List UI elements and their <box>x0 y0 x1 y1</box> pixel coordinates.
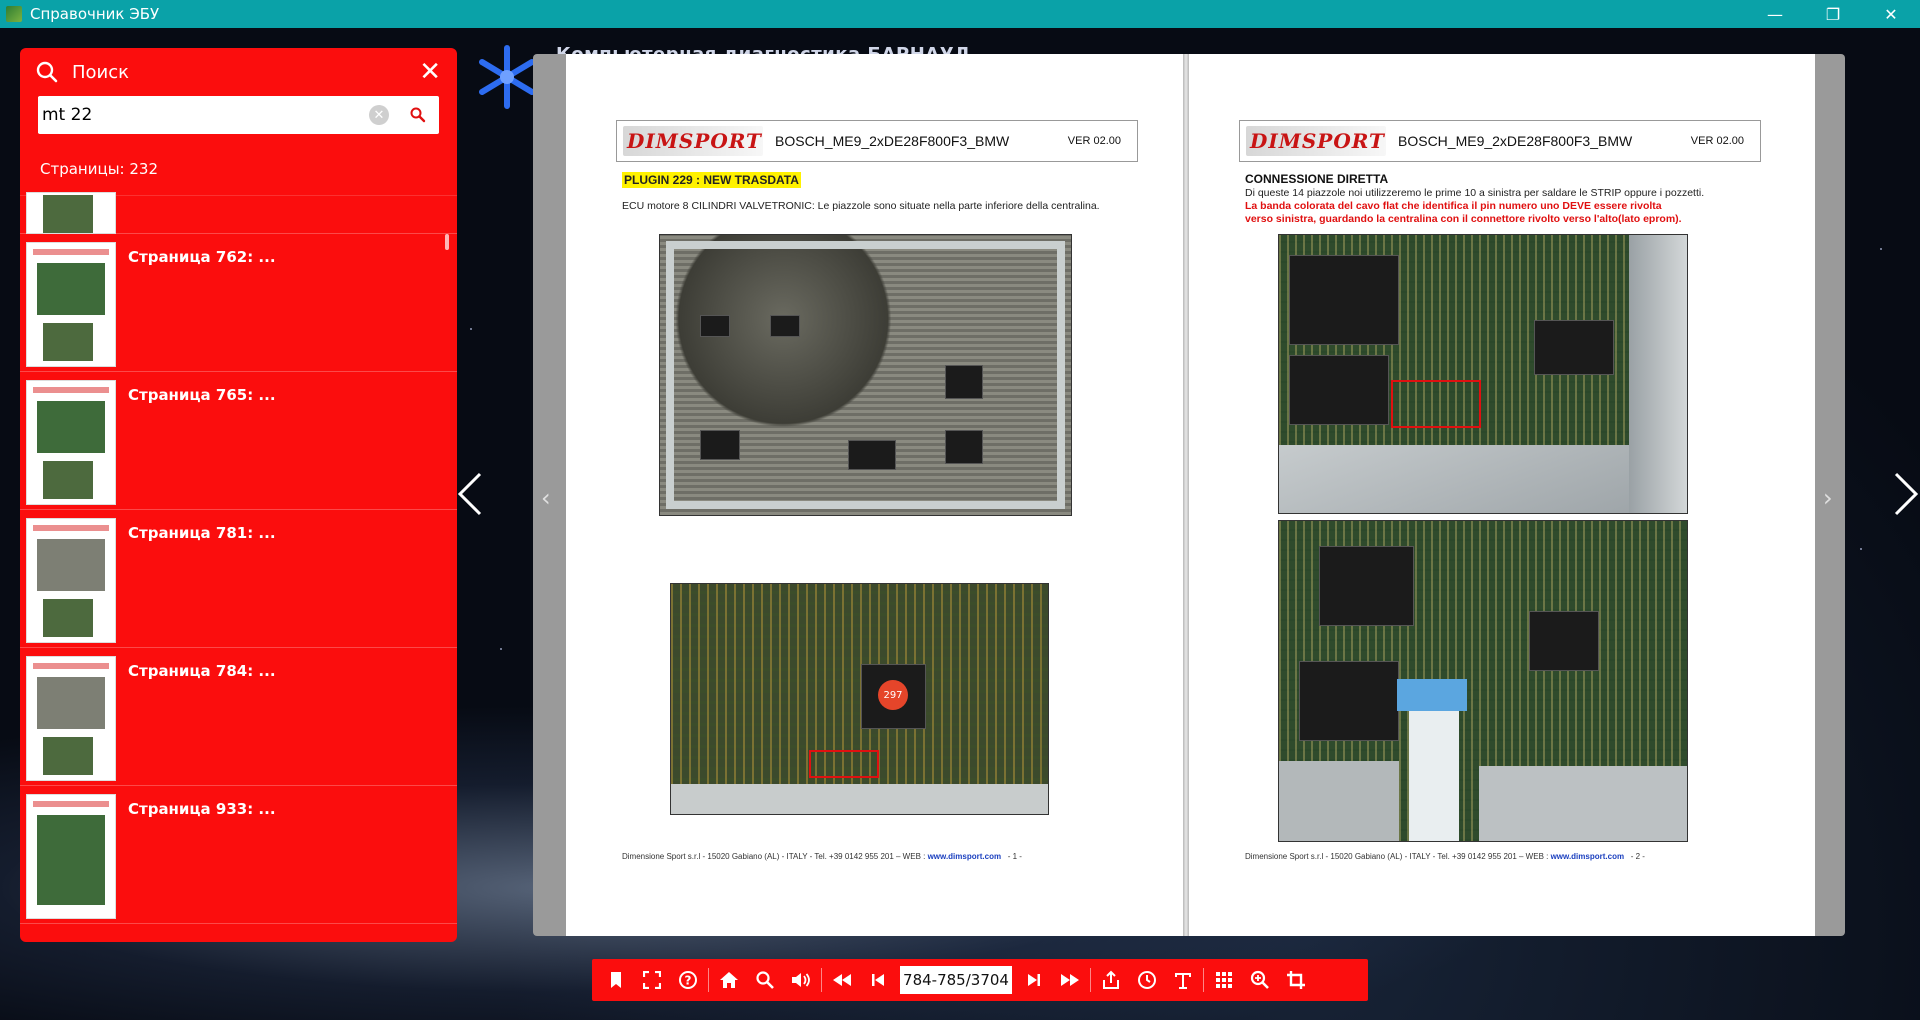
sound-icon[interactable] <box>783 962 819 998</box>
window-title: Справочник ЭБУ <box>30 5 160 23</box>
search-results-list: Страница 762: ... Страница 765: ... Стра… <box>20 190 457 942</box>
prev-spread-arrow-icon[interactable] <box>456 470 484 518</box>
page-edge-right-icon[interactable]: › <box>1823 484 1833 512</box>
share-icon[interactable] <box>1093 962 1129 998</box>
doc-version: VER 02.00 <box>1067 135 1121 147</box>
snowflake-logo-icon <box>472 42 542 112</box>
svg-text:?: ? <box>685 974 692 988</box>
search-input[interactable] <box>38 97 369 133</box>
crop-icon[interactable] <box>1278 962 1314 998</box>
result-label: Страница 781: ... <box>128 524 276 542</box>
fullscreen-icon[interactable] <box>634 962 670 998</box>
text-icon[interactable] <box>1165 962 1201 998</box>
ecu-photo-bottom: 297 <box>670 583 1049 815</box>
search-result-item[interactable]: Страница 765: ... <box>20 372 457 510</box>
zoom-in-icon[interactable] <box>1242 962 1278 998</box>
ecu-photo-top <box>659 234 1072 516</box>
search-result-item[interactable]: Страница 784: ... <box>20 648 457 786</box>
doc-text: Di queste 14 piazzole noi utilizzeremo l… <box>1245 187 1705 199</box>
search-icon <box>36 61 58 83</box>
doc-header: DIMSPORT BOSCH_ME9_2xDE28F800F3_BMW VER … <box>1239 120 1761 162</box>
search-panel-title: Поиск <box>72 61 130 83</box>
results-count: Страницы: 232 <box>20 134 457 196</box>
dimsport-logo: DIMSPORT <box>1246 126 1386 156</box>
book-viewer: ‹ › DIMSPORT BOSCH_ME9_2xDE28F800F3_BMW … <box>533 54 1845 936</box>
result-thumbnail <box>26 656 116 781</box>
next-spread-arrow-icon[interactable] <box>1892 470 1920 518</box>
result-label: Страница 765: ... <box>128 386 276 404</box>
page-number-input[interactable] <box>900 966 1012 994</box>
result-thumbnail <box>26 242 116 367</box>
prev-page-icon[interactable] <box>860 962 896 998</box>
chip-sticker: 297 <box>878 680 908 710</box>
doc-text: ECU motore 8 CILINDRI VALVETRONIC: Le pi… <box>622 200 1100 212</box>
autoplay-icon[interactable] <box>1129 962 1165 998</box>
help-icon[interactable]: ? <box>670 962 706 998</box>
page-edge-left-icon[interactable]: ‹ <box>541 484 551 512</box>
result-thumbnail <box>26 380 116 505</box>
restore-button[interactable]: ❐ <box>1804 0 1862 28</box>
bookmark-icon[interactable] <box>598 962 634 998</box>
search-box: ✕ <box>38 96 439 134</box>
result-thumbnail <box>26 192 116 234</box>
clear-search-icon[interactable]: ✕ <box>369 105 389 125</box>
connection-photo-top <box>1278 234 1688 514</box>
close-search-icon[interactable]: ✕ <box>419 59 441 85</box>
last-page-icon[interactable] <box>1052 962 1088 998</box>
result-thumbnail <box>26 794 116 919</box>
doc-title: BOSCH_ME9_2xDE28F800F3_BMW <box>1398 133 1633 149</box>
doc-warning-1: La banda colorata del cavo flat che iden… <box>1245 200 1662 212</box>
result-thumbnail <box>26 518 116 643</box>
zoom-search-icon[interactable] <box>747 962 783 998</box>
left-page[interactable]: DIMSPORT BOSCH_ME9_2xDE28F800F3_BMW VER … <box>566 54 1183 936</box>
doc-header: DIMSPORT BOSCH_ME9_2xDE28F800F3_BMW VER … <box>616 120 1138 162</box>
search-result-item[interactable]: Страница 933: ... <box>20 786 457 924</box>
section-heading: CONNESSIONE DIRETTA <box>1245 172 1389 186</box>
search-result-item[interactable]: Страница 781: ... <box>20 510 457 648</box>
search-submit-icon[interactable] <box>403 100 433 130</box>
result-label: Страница 933: ... <box>128 800 276 818</box>
search-result-item[interactable] <box>20 190 457 234</box>
window-titlebar: Справочник ЭБУ — ❐ ✕ <box>0 0 1920 28</box>
doc-title: BOSCH_ME9_2xDE28F800F3_BMW <box>775 133 1010 149</box>
bottom-toolbar: ? <box>592 959 1368 1001</box>
doc-version: VER 02.00 <box>1690 135 1744 147</box>
first-page-icon[interactable] <box>824 962 860 998</box>
plugin-tag: PLUGIN 229 : NEW TRASDATA <box>622 172 801 188</box>
thumbnails-icon[interactable] <box>1206 962 1242 998</box>
next-page-icon[interactable] <box>1016 962 1052 998</box>
dimsport-logo: DIMSPORT <box>623 126 763 156</box>
home-icon[interactable] <box>711 962 747 998</box>
app-icon <box>6 6 22 22</box>
results-scrollbar[interactable] <box>445 234 449 250</box>
search-result-item[interactable]: Страница 762: ... <box>20 234 457 372</box>
search-panel: Поиск ✕ ✕ Страницы: 232 Страница 762: ..… <box>20 48 457 942</box>
result-label: Страница 762: ... <box>128 248 276 266</box>
connection-photo-bottom <box>1278 520 1688 842</box>
doc-warning-2: verso sinistra, guardando la centralina … <box>1245 213 1682 225</box>
right-page[interactable]: DIMSPORT BOSCH_ME9_2xDE28F800F3_BMW VER … <box>1189 54 1815 936</box>
close-window-button[interactable]: ✕ <box>1862 0 1920 28</box>
doc-footer: Dimensione Sport s.r.l - 15020 Gabiano (… <box>1245 852 1645 861</box>
doc-footer: Dimensione Sport s.r.l - 15020 Gabiano (… <box>622 852 1022 861</box>
result-label: Страница 784: ... <box>128 662 276 680</box>
minimize-button[interactable]: — <box>1746 0 1804 28</box>
